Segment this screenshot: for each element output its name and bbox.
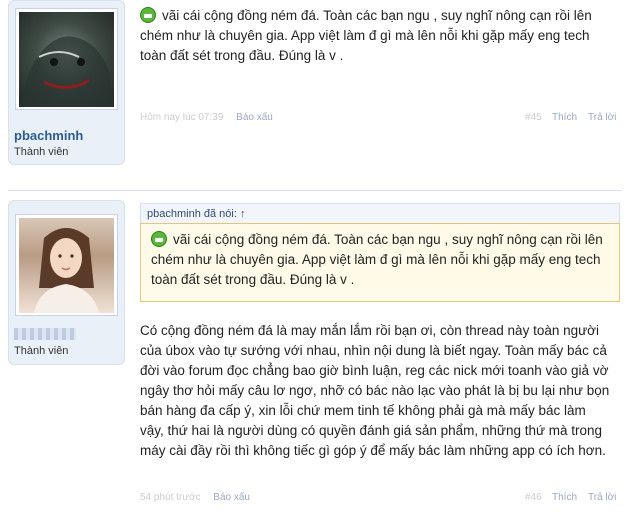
reply-link[interactable]: Trả lời — [588, 492, 616, 503]
user-title: Thành viên — [14, 146, 69, 158]
avatar[interactable] — [15, 214, 118, 316]
laugh-emoji-icon — [151, 231, 167, 247]
avatar[interactable] — [15, 8, 118, 110]
like-link[interactable]: Thích — [552, 492, 577, 503]
avatar-image — [19, 218, 114, 313]
post-meta: 54 phút trước Báo xấu #46 Thích Trả lời — [140, 492, 620, 503]
quote-box: vãi cái cộng đồng ném đá. Toàn các bạn n… — [140, 223, 620, 302]
post-number[interactable]: #46 — [525, 492, 542, 503]
post-number[interactable]: #45 — [525, 112, 542, 123]
quote-text: vãi cái cộng đồng ném đá. Toàn các bạn n… — [151, 232, 603, 287]
user-title: Thành viên — [14, 345, 69, 357]
quote-header[interactable]: pbachminh đã nói: ↑ — [140, 203, 620, 223]
laugh-emoji-icon — [140, 7, 156, 23]
author-sidebar: pbachminh Thành viên — [8, 0, 125, 165]
reply-link[interactable]: Trả lời — [588, 112, 616, 123]
username[interactable]: pbachminh — [14, 128, 83, 143]
quote-author[interactable]: pbachminh đã nói: ↑ — [147, 208, 245, 220]
avatar-image — [19, 12, 114, 107]
message-text: Có cộng đồng ném đá là may mắn lắm rồi b… — [140, 323, 610, 458]
post-message: Có cộng đồng ném đá là may mắn lắm rồi b… — [140, 321, 610, 461]
report-link[interactable]: Báo xấu — [236, 112, 273, 123]
report-link[interactable]: Báo xấu — [213, 492, 250, 503]
post-time: 54 phút trước — [140, 492, 201, 503]
post-message: vãi cái cộng đồng ném đá. Toàn các bạn n… — [140, 6, 610, 66]
post-divider — [8, 190, 622, 191]
message-text: vãi cái cộng đồng ném đá. Toàn các bạn n… — [140, 8, 592, 63]
author-sidebar: Thành viên — [8, 200, 125, 365]
post-time: Hôm nay lúc 07:39 — [140, 112, 224, 123]
like-link[interactable]: Thích — [552, 112, 577, 123]
username-blurred[interactable] — [14, 328, 76, 340]
post-meta: Hôm nay lúc 07:39 Báo xấu #45 Thích Trả … — [140, 112, 620, 123]
